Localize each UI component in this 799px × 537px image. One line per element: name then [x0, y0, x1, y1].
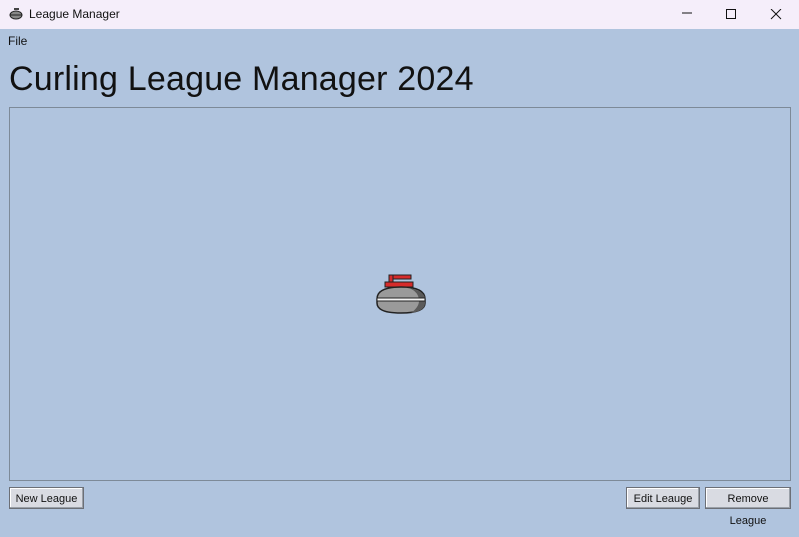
minimize-button[interactable] — [664, 0, 710, 29]
menu-file[interactable]: File — [8, 34, 27, 48]
edit-league-button[interactable]: Edit Leauge — [626, 487, 700, 509]
remove-league-button[interactable]: Remove League — [705, 487, 791, 527]
curling-stone-icon — [9, 7, 23, 21]
minimize-icon — [682, 12, 692, 14]
curling-stone-icon — [376, 274, 426, 314]
maximize-icon — [726, 9, 736, 19]
new-league-button[interactable]: New League — [9, 487, 84, 509]
menu-bar: File — [0, 29, 799, 51]
close-button[interactable] — [753, 0, 799, 29]
maximize-button[interactable] — [708, 0, 754, 29]
page-title: Curling League Manager 2024 — [9, 60, 474, 98]
window-title: League Manager — [29, 7, 120, 21]
title-bar[interactable]: League Manager — [0, 0, 799, 29]
league-canvas[interactable] — [9, 107, 791, 481]
close-icon — [770, 9, 782, 20]
